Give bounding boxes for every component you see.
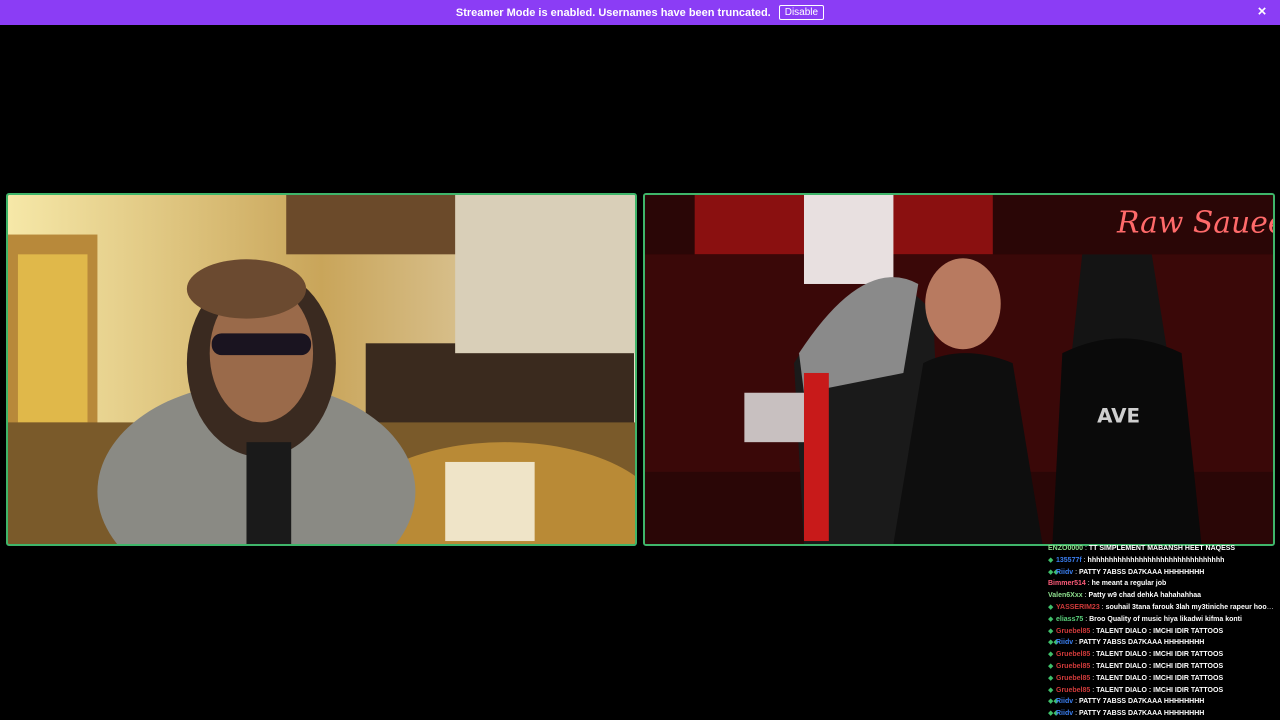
chat-text: souhail 3tana farouk 3lah my3tiniche rap… xyxy=(1105,603,1276,611)
badge-icon: ◆ xyxy=(1048,662,1054,670)
chat-username[interactable]: YASSERIM23 xyxy=(1056,604,1100,611)
chat-message: ◆◆Riidv : PATTY 7ABSS DA7KAAA HHHHHHHH xyxy=(1046,708,1276,720)
chat-message: ◆ Gruebel85 : TALENT DIALO : IMCHI IDIR T… xyxy=(1046,649,1276,661)
badge-icon: ◆ xyxy=(1048,615,1054,623)
video-tile-left[interactable] xyxy=(6,193,637,546)
raw-street-logo-text: Raw Saueelt xyxy=(1116,206,1273,241)
chat-message: ◆ Gruebel85 : TALENT DIALO : IMCHI IDIR T… xyxy=(1046,626,1276,638)
chat-message: Valen6Xxx : Patty w9 chad dehkA hahahahh… xyxy=(1046,590,1276,602)
chat-message: ENZO0000 : TT SIMPLEMENT MABANSH HEET NA… xyxy=(1046,543,1276,555)
chat-message: Bimmer514 : he meant a regular job xyxy=(1046,578,1276,590)
chat-text: TALENT DIALO : IMCHI IDIR TATTOOS xyxy=(1096,627,1224,635)
chat-username[interactable]: Riidv xyxy=(1056,710,1073,717)
video-tile-right[interactable]: Raw Saueelt AVE xyxy=(643,193,1275,546)
chat-text: PATTY 7ABSS DA7KAAA HHHHHHHH xyxy=(1078,698,1205,706)
chat-username[interactable]: Gruebel85 xyxy=(1056,675,1090,682)
chat-message: ◆ Gruebel85 : TALENT DIALO : IMCHI IDIR T… xyxy=(1046,673,1276,685)
chat-message: ◆◆Riidv : PATTY 7ABSS DA7KAAA HHHHHHHH xyxy=(1046,637,1276,649)
close-icon[interactable]: × xyxy=(1254,4,1270,20)
chat-text: PATTY 7ABSS DA7KAAA HHHHHHHH xyxy=(1078,710,1205,718)
badge-icon: ◆ xyxy=(1048,627,1054,635)
chat-text: TALENT DIALO : IMCHI IDIR TATTOOS xyxy=(1096,662,1224,670)
streamer-mode-banner: Streamer Mode is enabled. Usernames have… xyxy=(0,0,1280,25)
video-feed-right: Raw Saueelt AVE xyxy=(645,195,1273,544)
disable-streamer-mode-button[interactable]: Disable xyxy=(778,5,825,20)
chat-message: ◆◆Riidv : PATTY 7ABSS DA7KAAA HHHHHHHH xyxy=(1046,567,1276,579)
chat-username[interactable]: Valen6Xxx xyxy=(1048,592,1083,599)
banner-message: Streamer Mode is enabled. Usernames have… xyxy=(455,6,771,19)
badge-icon: ◆◆ xyxy=(1048,639,1059,647)
chat-text: he meant a regular job xyxy=(1091,580,1167,588)
badge-icon: ◆ xyxy=(1048,603,1054,611)
badge-icon: ◆◆ xyxy=(1048,710,1059,718)
badge-icon: ◆◆ xyxy=(1048,568,1059,576)
chat-overlay: ENZO0000 : TT SIMPLEMENT MABANSH HEET NA… xyxy=(1046,543,1276,720)
chat-username[interactable]: Gruebel85 xyxy=(1056,687,1090,694)
chat-text: PATTY 7ABSS DA7KAAA HHHHHHHH xyxy=(1078,639,1205,647)
badge-icon: ◆ xyxy=(1048,651,1054,659)
chat-text: PATTY 7ABSS DA7KAAA HHHHHHHH xyxy=(1078,568,1205,576)
chat-text: TT SIMPLEMENT MABANSH HEET NAQESS xyxy=(1088,545,1236,552)
chat-username[interactable]: ENZO0000 xyxy=(1048,545,1083,552)
badge-icon: ◆◆ xyxy=(1048,698,1059,706)
chat-message: ◆ eliass75 : Broo Quality of music hiya l… xyxy=(1046,614,1276,626)
chat-username[interactable]: Gruebel85 xyxy=(1056,663,1090,670)
badge-icon: ◆ xyxy=(1048,674,1054,682)
svg-text:AVE: AVE xyxy=(1097,404,1140,427)
chat-username[interactable]: Bimmer514 xyxy=(1048,580,1086,587)
chat-message: ◆ Gruebel85 : TALENT DIALO : IMCHI IDIR T… xyxy=(1046,661,1276,673)
chat-text: TALENT DIALO : IMCHI IDIR TATTOOS xyxy=(1096,651,1224,659)
chat-text: TALENT DIALO : IMCHI IDIR TATTOOS xyxy=(1096,686,1224,694)
chat-text: Broo Quality of music hiya likadwi kifma… xyxy=(1089,615,1242,623)
chat-text: Patty w9 chad dehkA hahahahhaa xyxy=(1088,592,1202,600)
chat-username[interactable]: Riidv xyxy=(1056,639,1073,646)
chat-username[interactable]: Riidv xyxy=(1056,698,1073,705)
chat-message: ◆ YASSERIM23 : souhail 3tana farouk 3lah … xyxy=(1046,602,1276,614)
chat-username[interactable]: 135577f xyxy=(1056,557,1082,564)
chat-username[interactable]: Gruebel85 xyxy=(1056,628,1090,635)
chat-message: ◆ 135577f : hhhhhhhhhhhhhhhhhhhhhhhhhhhhh… xyxy=(1046,555,1276,567)
badge-icon: ◆ xyxy=(1048,556,1054,564)
chat-text: hhhhhhhhhhhhhhhhhhhhhhhhhhhhhhhh xyxy=(1087,556,1225,564)
chat-username[interactable]: Riidv xyxy=(1056,569,1073,576)
chat-message: ◆ Gruebel85 : TALENT DIALO : IMCHI IDIR T… xyxy=(1046,685,1276,697)
chat-message: ◆◆Riidv : PATTY 7ABSS DA7KAAA HHHHHHHH xyxy=(1046,696,1276,708)
chat-text: TALENT DIALO : IMCHI IDIR TATTOOS xyxy=(1096,674,1224,682)
chat-username[interactable]: Gruebel85 xyxy=(1056,651,1090,658)
chat-username[interactable]: eliass75 xyxy=(1056,616,1083,623)
badge-icon: ◆ xyxy=(1048,686,1054,694)
video-feed-left xyxy=(8,195,635,544)
